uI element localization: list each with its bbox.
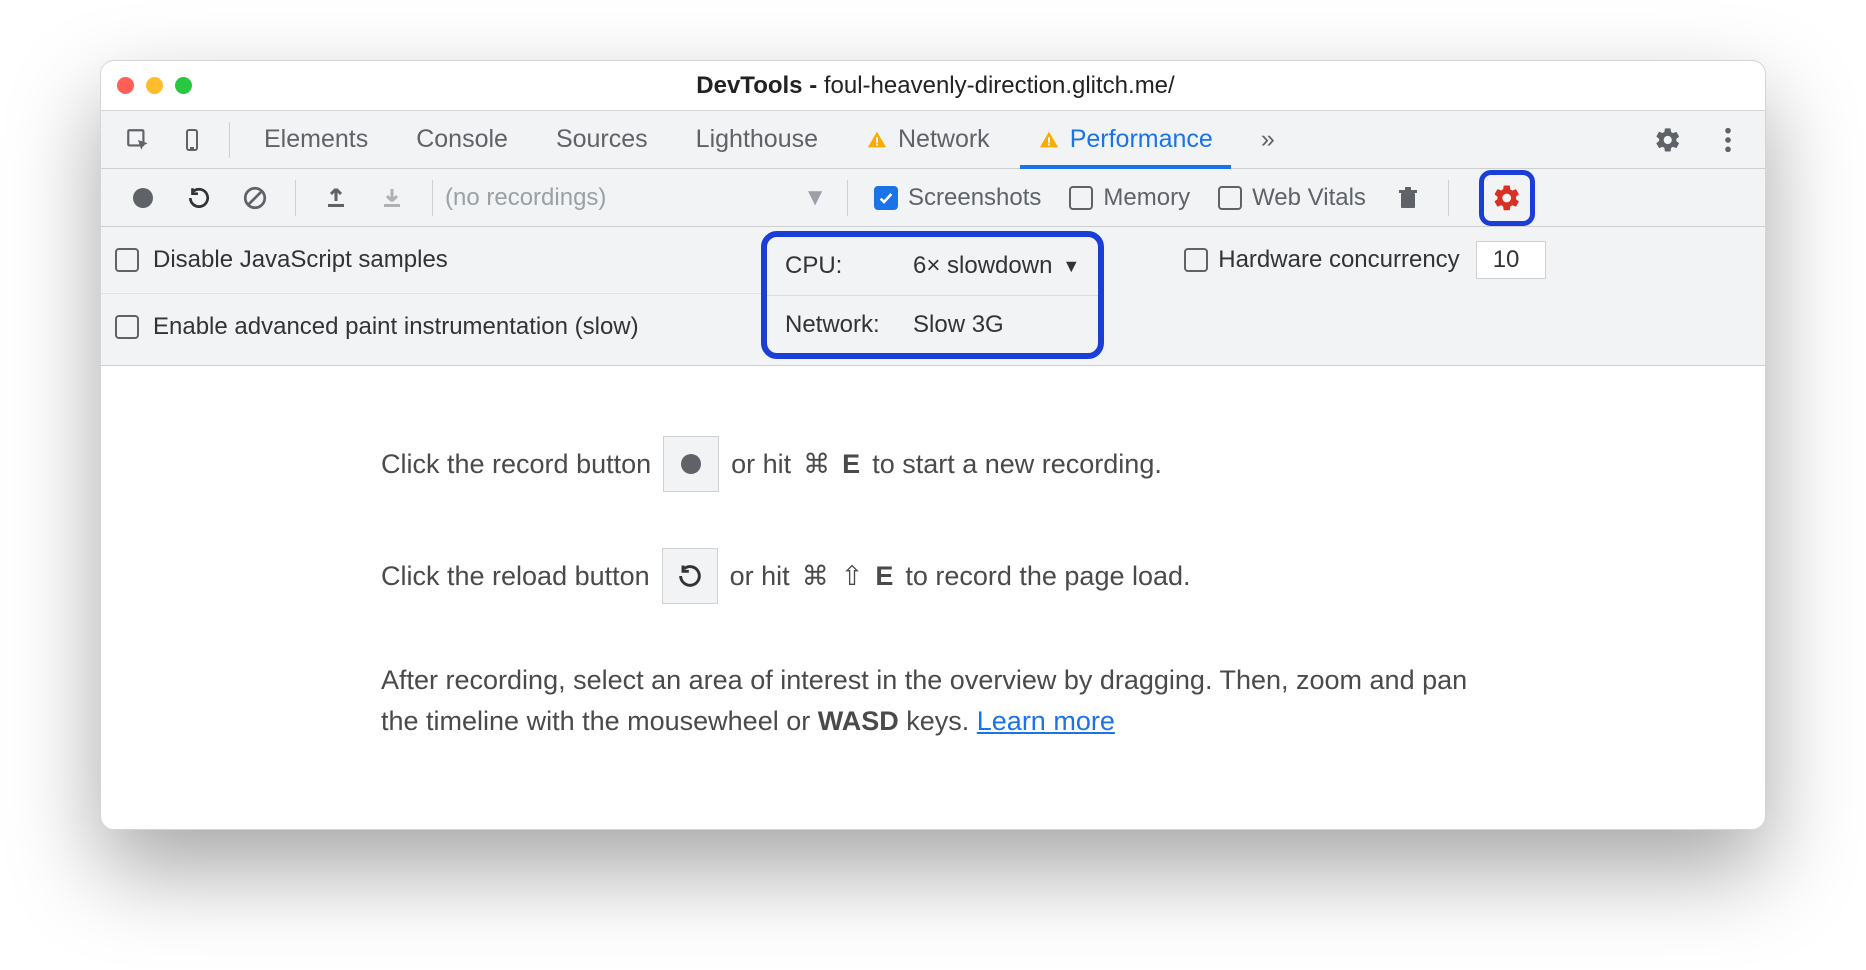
tab-elements[interactable]: Elements xyxy=(240,111,392,168)
record-button[interactable] xyxy=(123,178,163,218)
reload-icon xyxy=(662,548,718,604)
garbage-collect-button[interactable] xyxy=(1388,178,1428,218)
learn-more-link[interactable]: Learn more xyxy=(977,706,1115,736)
cpu-throttle-select[interactable]: CPU: 6× slowdown▼ xyxy=(767,237,1098,295)
settings-icon[interactable] xyxy=(1645,117,1691,163)
screenshots-checkbox[interactable]: Screenshots xyxy=(874,184,1041,212)
reload-record-button[interactable] xyxy=(179,178,219,218)
throttling-highlight: CPU: 6× slowdown▼ Network: Slow 3G xyxy=(761,231,1104,359)
window-title: DevTools - foul-heavenly-direction.glitc… xyxy=(122,72,1749,100)
performance-landing: Click the record button or hit ⌘ E to st… xyxy=(101,366,1765,771)
recordings-placeholder: (no recordings) xyxy=(445,184,606,212)
inspect-element-icon[interactable] xyxy=(115,117,161,163)
checkbox-icon xyxy=(874,186,898,210)
tab-sources[interactable]: Sources xyxy=(532,111,672,168)
tab-performance[interactable]: Performance xyxy=(1014,111,1237,168)
hardware-concurrency-checkbox[interactable]: Hardware concurrency xyxy=(1184,246,1459,274)
recordings-dropdown[interactable]: (no recordings) ▼ xyxy=(445,184,835,212)
tab-list: Elements Console Sources Lighthouse Netw… xyxy=(240,111,1641,168)
checkbox-icon xyxy=(1218,186,1242,210)
chevron-down-icon: ▼ xyxy=(1062,256,1080,277)
checkbox-icon xyxy=(1069,186,1093,210)
network-throttle-select[interactable]: Network: Slow 3G xyxy=(767,295,1098,353)
load-profile-button[interactable] xyxy=(316,178,356,218)
tab-network[interactable]: Network xyxy=(842,111,1014,168)
tab-lighthouse[interactable]: Lighthouse xyxy=(672,111,842,168)
instruction-after: After recording, select an area of inter… xyxy=(381,660,1485,741)
titlebar: DevTools - foul-heavenly-direction.glitc… xyxy=(101,61,1765,111)
memory-checkbox[interactable]: Memory xyxy=(1069,184,1190,212)
capture-settings-button[interactable] xyxy=(1479,170,1535,226)
capture-settings-panel: Disable JavaScript samples Enable advanc… xyxy=(101,227,1765,366)
checkbox-icon xyxy=(115,248,139,272)
performance-toolbar: (no recordings) ▼ Screenshots Memory Web… xyxy=(101,169,1765,227)
devtools-window: DevTools - foul-heavenly-direction.glitc… xyxy=(100,60,1766,830)
tab-more[interactable]: » xyxy=(1237,111,1299,168)
record-icon xyxy=(663,436,719,492)
title-prefix: DevTools - xyxy=(696,72,824,99)
clear-button[interactable] xyxy=(235,178,275,218)
chevron-down-icon: ▼ xyxy=(803,184,835,212)
instruction-record: Click the record button or hit ⌘ E to st… xyxy=(381,436,1485,492)
paint-instrumentation-checkbox[interactable]: Enable advanced paint instrumentation (s… xyxy=(101,313,761,341)
disable-js-samples-checkbox[interactable]: Disable JavaScript samples xyxy=(101,246,761,274)
checkbox-icon xyxy=(1184,248,1208,272)
title-url: foul-heavenly-direction.glitch.me/ xyxy=(824,72,1175,99)
instruction-reload: Click the reload button or hit ⌘ ⇧ E to … xyxy=(381,548,1485,604)
panel-tabs: Elements Console Sources Lighthouse Netw… xyxy=(101,111,1765,169)
device-toolbar-icon[interactable] xyxy=(169,117,215,163)
kebab-menu-icon[interactable] xyxy=(1705,117,1751,163)
save-profile-button[interactable] xyxy=(372,178,412,218)
tab-console[interactable]: Console xyxy=(392,111,532,168)
hardware-concurrency-input[interactable]: 10 xyxy=(1476,241,1546,279)
warning-icon xyxy=(1038,129,1060,151)
checkbox-icon xyxy=(115,315,139,339)
webvitals-checkbox[interactable]: Web Vitals xyxy=(1218,184,1366,212)
warning-icon xyxy=(866,129,888,151)
